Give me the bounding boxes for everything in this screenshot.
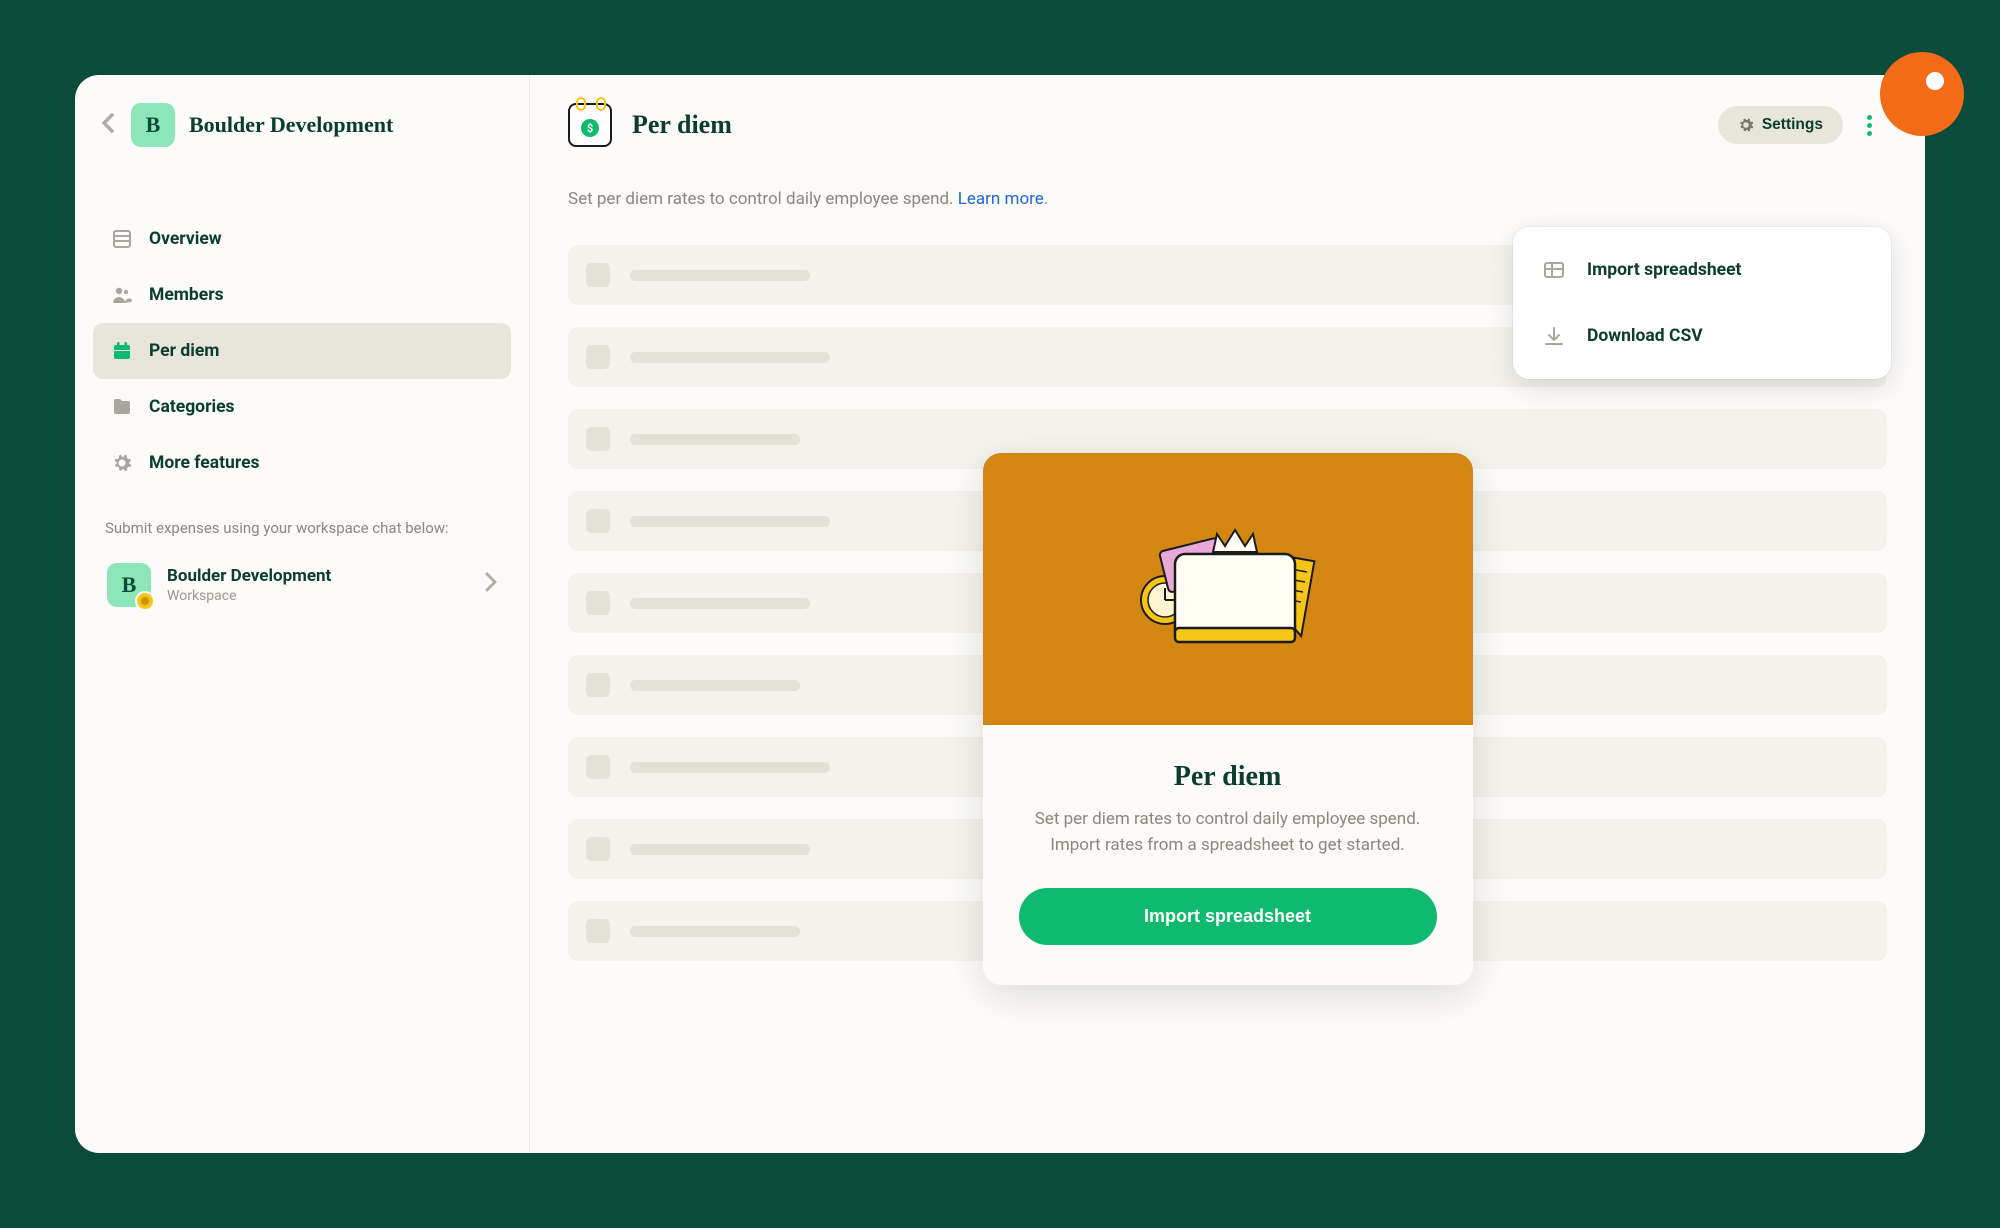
dropdown-download-csv[interactable]: Download CSV [1513, 303, 1891, 369]
members-icon [111, 284, 133, 306]
sidebar-nav: Overview Members Per diem Categories [93, 171, 511, 491]
sidebar-item-categories[interactable]: Categories [93, 379, 511, 435]
sidebar-hint: Submit expenses using your workspace cha… [93, 491, 511, 551]
workspace-chat-name: Boulder Development [167, 566, 469, 586]
workspace-chat-subtitle: Workspace [167, 588, 469, 604]
download-icon [1543, 325, 1565, 347]
kebab-menu-button[interactable] [1851, 107, 1887, 143]
sidebar-item-label: Categories [149, 397, 235, 417]
workspace-chat-row[interactable]: B Boulder Development Workspace [93, 551, 511, 619]
gear-icon [1738, 117, 1754, 133]
sidebar-item-members[interactable]: Members [93, 267, 511, 323]
dot-icon [1867, 123, 1872, 128]
page-title: Per diem [632, 110, 732, 140]
dropdown-item-label: Download CSV [1587, 326, 1703, 346]
learn-more-link[interactable]: Learn more [958, 189, 1044, 209]
sidebar: B Boulder Development Overview Members [75, 75, 530, 1153]
sidebar-item-morefeatures[interactable]: More features [93, 435, 511, 491]
dropdown-item-label: Import spreadsheet [1587, 260, 1741, 280]
back-icon[interactable] [101, 111, 117, 140]
status-badge-icon [135, 591, 155, 611]
dropdown-import-spreadsheet[interactable]: Import spreadsheet [1513, 237, 1891, 303]
sidebar-item-label: Overview [149, 229, 222, 249]
card-hero-illustration [983, 453, 1473, 725]
sidebar-item-label: Per diem [149, 341, 219, 361]
sidebar-item-label: More features [149, 453, 260, 473]
workspace-avatar: B [131, 103, 175, 147]
card-title: Per diem [1019, 761, 1437, 793]
sidebar-item-perdiem[interactable]: Per diem [93, 323, 511, 379]
actions-dropdown: Import spreadsheet Download CSV [1513, 227, 1891, 379]
sidebar-item-label: Members [149, 285, 224, 305]
sidebar-item-overview[interactable]: Overview [93, 211, 511, 267]
help-fab-icon[interactable] [1880, 52, 1964, 136]
sidebar-header: B Boulder Development [93, 103, 511, 171]
gear-icon [111, 452, 133, 474]
perdiem-page-icon: $ [568, 103, 612, 147]
calendar-icon [111, 340, 133, 362]
card-description: Set per diem rates to control daily empl… [1019, 807, 1437, 858]
settings-button[interactable]: Settings [1718, 106, 1843, 144]
dot-icon [1867, 131, 1872, 136]
app-frame: B Boulder Development Overview Members [75, 75, 1925, 1153]
perdiem-intro-card: Per diem Set per diem rates to control d… [983, 453, 1473, 985]
overview-icon [111, 228, 133, 250]
settings-label: Settings [1762, 116, 1823, 134]
workspace-name: Boulder Development [189, 112, 393, 138]
page-subtitle: Set per diem rates to control daily empl… [568, 189, 1887, 209]
main-header: $ Per diem Settings [568, 103, 1887, 147]
workspace-chat-avatar: B [107, 563, 151, 607]
import-spreadsheet-button[interactable]: Import spreadsheet [1019, 888, 1437, 945]
chevron-right-icon [485, 572, 497, 598]
dot-icon [1867, 115, 1872, 120]
main-content: $ Per diem Settings Set per diem rates t… [530, 75, 1925, 1153]
table-icon [1543, 259, 1565, 281]
folder-icon [111, 396, 133, 418]
